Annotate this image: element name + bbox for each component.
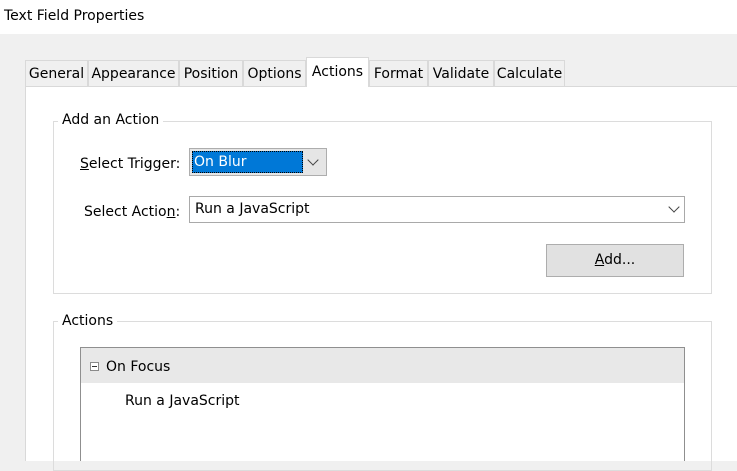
- select-action-value: Run a JavaScript: [195, 201, 310, 217]
- title-bar: Text Field Properties: [0, 0, 737, 34]
- select-action-label-mnemonic: n: [166, 204, 176, 220]
- tab-validate[interactable]: Validate: [428, 60, 494, 86]
- actions-group-label: Actions: [58, 313, 118, 329]
- select-action-label: Select Action:: [84, 204, 180, 220]
- tab-general[interactable]: General: [25, 60, 88, 86]
- select-action-label-text: Select Actio: [84, 204, 167, 220]
- tab-format[interactable]: Format: [369, 60, 428, 86]
- add-button-label: dd...: [604, 252, 636, 268]
- tree-child-label: Run a JavaScript: [125, 393, 240, 409]
- tab-appearance[interactable]: Appearance: [88, 60, 179, 86]
- tab-options[interactable]: Options: [243, 60, 306, 86]
- tab-position[interactable]: Position: [179, 60, 243, 86]
- chevron-down-icon: [668, 201, 680, 213]
- select-action-dropdown[interactable]: Run a JavaScript: [189, 196, 685, 223]
- add-button-mnemonic: A: [594, 252, 605, 268]
- tree-node-label: On Focus: [106, 359, 171, 375]
- select-trigger-value: On Blur: [192, 151, 303, 173]
- select-action-label-colon: :: [175, 204, 181, 220]
- select-trigger-label: Select Trigger:: [80, 156, 180, 172]
- select-trigger-dropdown[interactable]: On Blur: [189, 148, 327, 176]
- tree-child-run-javascript[interactable]: Run a JavaScript: [81, 383, 684, 413]
- actions-tree[interactable]: On Focus Run a JavaScript: [80, 347, 685, 461]
- tab-actions[interactable]: Actions: [306, 57, 369, 87]
- select-trigger-label-text: elect Trigger:: [88, 156, 181, 172]
- select-trigger-label-mnemonic: S: [80, 156, 89, 172]
- add-action-group-label: Add an Action: [58, 112, 164, 128]
- window-title: Text Field Properties: [4, 8, 145, 24]
- tree-node-on-focus[interactable]: On Focus: [81, 348, 684, 383]
- chevron-down-icon: [307, 154, 319, 166]
- collapse-icon[interactable]: [90, 362, 99, 371]
- tab-calculate[interactable]: Calculate: [494, 60, 565, 86]
- add-action-button[interactable]: Add...: [546, 244, 684, 277]
